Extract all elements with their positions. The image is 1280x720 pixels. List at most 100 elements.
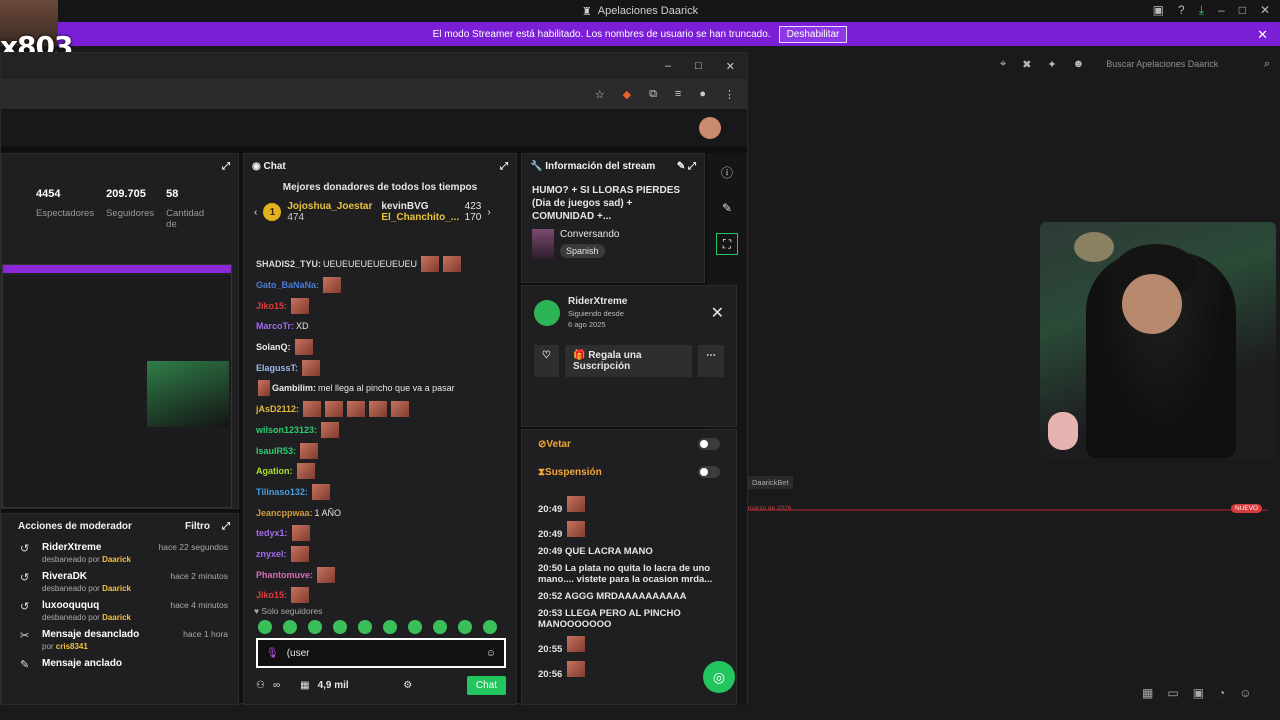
emote-button[interactable] (333, 620, 347, 634)
emote-button[interactable] (383, 620, 397, 634)
ban-toggle[interactable]: ⊘ Vetar (522, 430, 736, 458)
info-icon[interactable]: ⓘ (716, 161, 738, 183)
fullscreen-icon[interactable]: ⛶ (716, 233, 738, 255)
popout-icon[interactable]: ⤢ (222, 521, 230, 532)
image-icon[interactable]: ▣ (1193, 686, 1204, 700)
search-input[interactable]: Buscar Apelaciones Daarick (1106, 59, 1218, 69)
avatar[interactable] (534, 299, 560, 326)
chat-message[interactable]: Jeancppwaa: 1 AÑO (256, 502, 506, 523)
gift-sub-button[interactable]: 🎁 Regala una Suscripción (564, 345, 692, 377)
download-icon[interactable]: ⤓ (1199, 3, 1204, 18)
puzzle-icon[interactable]: ⧉ (649, 88, 657, 101)
close-button[interactable]: ✕ (1260, 3, 1270, 18)
extension-icon[interactable]: ◆ (623, 88, 631, 101)
chat-message[interactable]: SHADIS2_TYU: UEUEUEUEUEUEUEU (256, 254, 506, 275)
prev-arrow-icon[interactable]: ‹ (254, 207, 257, 218)
menu-icon[interactable]: ⋮ (724, 88, 735, 101)
next-arrow-icon[interactable]: › (487, 207, 490, 218)
profile-icon[interactable]: ● (699, 88, 706, 100)
minimize-button[interactable]: – (1218, 3, 1225, 18)
chat-message[interactable]: IsauIR53: (256, 440, 506, 461)
chat-message[interactable]: jAsD2112: (256, 399, 506, 420)
emote-button[interactable] (283, 620, 297, 634)
emote-button[interactable] (358, 620, 372, 634)
mute-icon[interactable]: ✖ (1022, 58, 1031, 71)
donor-name[interactable]: Jojoshua_Joestar (287, 201, 375, 212)
chat-message[interactable]: MarcoTr: XD (256, 316, 506, 337)
chat-message[interactable]: tedyx1: (256, 523, 506, 544)
emote (300, 442, 319, 459)
emote-button[interactable] (258, 620, 272, 634)
stream-info-header: 🔧 Información del stream ✎ ⤢ (530, 160, 696, 172)
emote-button[interactable] (308, 620, 322, 634)
chat-message[interactable]: Agation: (256, 461, 506, 482)
timeout-toggle[interactable]: ⧗ Suspensión (522, 458, 736, 486)
pin2-icon[interactable]: ✦ (1047, 58, 1056, 71)
mod-item[interactable]: ↺ luxooququq desbaneado por Daarick hace 4 … (2, 596, 238, 625)
mod-item[interactable]: ✂ Mensaje desanclado por cris8341 hace 1 ho… (2, 625, 238, 654)
chat-message[interactable]: Tilinaso132: (256, 482, 506, 503)
popout-icon[interactable]: ⤢ (688, 161, 696, 172)
chat-message[interactable]: Gato_BaNaNa: (256, 275, 506, 296)
screen-icon[interactable]: ▭ (1167, 686, 1178, 700)
bits-icon[interactable]: ⚇ (256, 680, 265, 691)
category-name[interactable]: Conversando (560, 229, 619, 240)
popout-icon[interactable]: ⤢ (500, 161, 508, 172)
category-thumbnail[interactable] (532, 229, 554, 259)
points-icon[interactable]: ▦ (300, 680, 309, 691)
chat-message[interactable]: SolanQ: (256, 337, 506, 358)
follow-heart-button[interactable]: ♡ (534, 345, 559, 377)
mod-item[interactable]: ↺ RiveraDK desbaneado por Daarick hace 2 mi… (2, 567, 238, 596)
stream-preview[interactable] (2, 264, 232, 508)
emote-button[interactable] (458, 620, 472, 634)
chat-input[interactable]: 🎙 (user ☺ (256, 638, 506, 668)
donor-name[interactable]: El_Chanchito_... (381, 212, 459, 223)
media-icon[interactable]: ≡ (675, 88, 681, 100)
minimize-button[interactable]: – (665, 60, 671, 72)
search-icon[interactable]: ⌕ (1264, 58, 1270, 71)
help-icon[interactable]: ? (1178, 3, 1185, 18)
mod-item[interactable]: ↺ RiderXtreme desbaneado por Daarick hace 2… (2, 538, 238, 567)
user-name[interactable]: RiderXtreme (568, 296, 627, 307)
mod-action-fab[interactable]: ◎ (703, 661, 735, 693)
timeout-switch[interactable] (698, 466, 720, 478)
maximize-button[interactable]: □ (1239, 3, 1246, 18)
chat-message[interactable]: Jiko15: (256, 585, 506, 606)
pin-icon[interactable]: ⌖ (1000, 58, 1006, 71)
close-icon[interactable]: ✕ (1257, 27, 1268, 43)
ban-switch[interactable] (698, 438, 720, 450)
chat-message[interactable]: Jiko15: (256, 295, 506, 316)
chat-input-value[interactable]: (user (287, 648, 310, 659)
edit-icon[interactable]: ✎ (677, 161, 685, 172)
more-icon[interactable]: ⋯ (698, 345, 724, 377)
close-icon[interactable]: ✕ (711, 303, 724, 323)
emote-button[interactable] (408, 620, 422, 634)
members-icon[interactable]: ☻ (1073, 58, 1085, 70)
pencil-icon[interactable]: ✎ (716, 197, 738, 219)
emote-button[interactable] (433, 620, 447, 634)
avatar[interactable] (699, 117, 721, 139)
send-chat-button[interactable]: Chat (466, 676, 506, 695)
emoji-icon[interactable]: ☺ (1239, 686, 1251, 700)
disable-button[interactable]: Deshabilitar (778, 25, 848, 43)
donor-name[interactable]: kevinBVG (381, 201, 428, 212)
chat-message[interactable]: Phantomuve: (256, 564, 506, 585)
chat-message[interactable]: Gambilim: mel llega al pincho que va a pa… (256, 378, 506, 399)
emote-picker-icon[interactable]: ☺ (486, 648, 496, 659)
gif-icon[interactable]: ◔ (1218, 686, 1225, 700)
grid-icon[interactable]: ▦ (1142, 686, 1153, 700)
chat-message[interactable]: wilson123123: (256, 420, 506, 441)
chat-message[interactable]: znyxel: (256, 544, 506, 565)
emote-button[interactable] (483, 620, 497, 634)
star-icon[interactable]: ☆ (595, 88, 605, 101)
mic-icon[interactable]: 🎙 (266, 648, 279, 659)
inbox-icon[interactable]: ▣ (1153, 3, 1164, 18)
mod-item[interactable]: ✎ Mensaje anclado (2, 654, 238, 668)
chat-message[interactable]: ElagussT: (256, 357, 506, 378)
language-tag[interactable]: Spanish (560, 244, 605, 258)
close-button[interactable]: ✕ (726, 60, 735, 73)
settings-icon[interactable]: ⚙ (403, 680, 412, 691)
maximize-button[interactable]: □ (695, 60, 702, 72)
popout-icon[interactable]: ⤢ (222, 161, 230, 172)
filter-button[interactable]: Filtro (185, 521, 210, 532)
